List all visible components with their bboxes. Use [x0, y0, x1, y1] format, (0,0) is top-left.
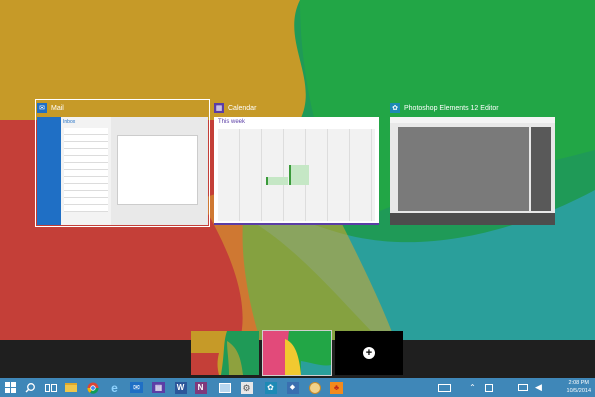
chevron-up-icon[interactable]: ⌃ — [464, 379, 481, 396]
calendar-event — [289, 165, 309, 185]
calendar-window-header: ▦ Calendar — [214, 101, 379, 115]
calendar-event — [266, 177, 288, 185]
photoshop-panel — [531, 127, 551, 211]
calendar-icon[interactable]: ▦ — [150, 379, 167, 396]
mail-folder-pane — [37, 117, 61, 225]
word-icon[interactable]: W — [172, 379, 189, 396]
clock[interactable]: 2:08 PM 10/5/2014 — [567, 379, 591, 395]
calendar-week-label: This week — [218, 119, 246, 125]
photoshop-window-thumbnail[interactable]: ✿ Photoshop Elements 12 Editor — [390, 101, 555, 225]
calendar-window-title: Calendar — [228, 104, 257, 112]
mail-window-content: Inbox — [37, 117, 208, 225]
mail-icon: ✉ — [37, 103, 47, 113]
photoshop-tool-bar — [390, 213, 555, 225]
virtual-desktop-2[interactable] — [262, 330, 332, 376]
notification-icon[interactable] — [480, 379, 497, 396]
photoshop-window-content — [390, 117, 555, 225]
photoshop-canvas — [398, 127, 529, 211]
photoshop-menu-bar — [390, 117, 555, 123]
settings-icon[interactable]: ⚙ — [238, 379, 255, 396]
search-icon[interactable] — [22, 379, 39, 396]
task-view-icon[interactable] — [42, 379, 59, 396]
mail-window-header: ✉ Mail — [37, 101, 208, 115]
virtual-desktop-1[interactable] — [191, 331, 259, 375]
photoshop-window-header: ✿ Photoshop Elements 12 Editor — [390, 101, 555, 115]
calendar-window-thumbnail[interactable]: ▦ Calendar This week — [214, 101, 379, 225]
mail-inbox-label: Inbox — [63, 119, 76, 125]
mail-message-list: Inbox — [61, 117, 111, 225]
clock-time: 2:08 PM — [568, 380, 589, 386]
file-explorer-icon[interactable] — [62, 379, 79, 396]
calendar-icon: ▦ — [214, 103, 224, 113]
mail-message-card — [117, 135, 198, 205]
internet-explorer-icon[interactable]: e — [106, 379, 123, 396]
mail-window-title: Mail — [51, 104, 64, 112]
photos-icon[interactable] — [216, 379, 233, 396]
mail-reading-pane — [111, 117, 208, 225]
windows-logo-icon[interactable] — [2, 379, 19, 396]
keyboard-icon[interactable] — [436, 379, 453, 396]
volume-icon[interactable]: ◀ — [530, 379, 547, 396]
plus-icon: + — [363, 347, 375, 359]
photoshop-window-title: Photoshop Elements 12 Editor — [404, 104, 499, 112]
games-icon[interactable]: ♣ — [328, 379, 345, 396]
network-icon[interactable] — [514, 379, 531, 396]
photoshop-icon: ✿ — [390, 103, 400, 113]
store-icon[interactable]: ✿ — [262, 379, 279, 396]
photoshop-icon[interactable]: ◆ — [284, 379, 301, 396]
paint-icon[interactable] — [306, 379, 323, 396]
mail-list-lines — [64, 128, 108, 212]
mail-window-thumbnail[interactable]: ✉ Mail Inbox — [35, 99, 210, 227]
desktop-screen: ✉ Mail Inbox ▦ Calendar This week ✿ Phot… — [0, 0, 595, 397]
clock-date: 10/5/2014 — [566, 388, 591, 394]
calendar-window-content: This week — [214, 117, 379, 225]
taskbar: e ✉ ▦ W N ⚙ ✿ ◆ ♣ ⌃ ◀ 2:08 PM 10/5/2014 — [0, 378, 595, 397]
onenote-icon[interactable]: N — [192, 379, 209, 396]
chrome-icon[interactable] — [84, 379, 101, 396]
new-desktop-button[interactable]: + — [335, 331, 403, 375]
mail-icon[interactable]: ✉ — [128, 379, 145, 396]
